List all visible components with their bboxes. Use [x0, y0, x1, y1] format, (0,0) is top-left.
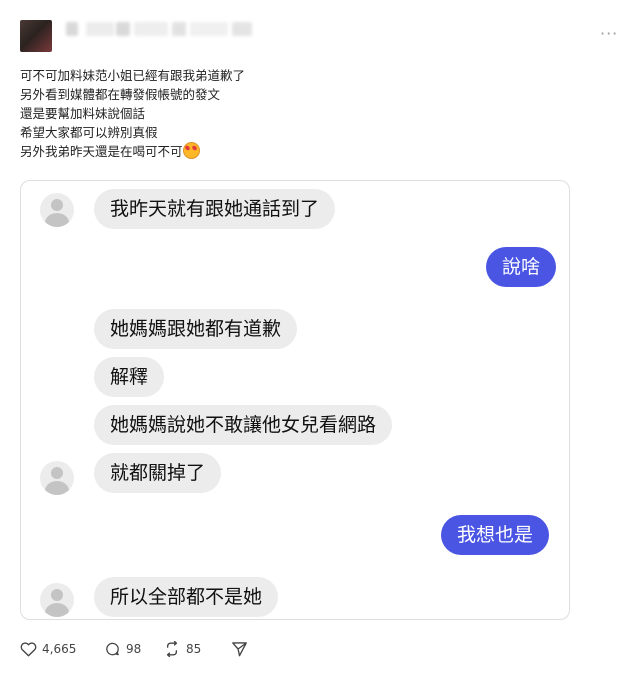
chat-bubble-outgoing: 說啥	[486, 247, 557, 287]
default-avatar-icon	[40, 193, 74, 227]
share-button[interactable]	[231, 641, 248, 657]
heart-icon	[20, 641, 37, 657]
comment-count: 98	[126, 642, 142, 656]
repost-icon	[163, 641, 181, 657]
chat-bubble-incoming: 我昨天就有跟她通話到了	[94, 189, 336, 229]
post-body: 可不可加料妹范小姐已經有跟我弟道歉了 另外看到媒體都在轉發假帳號的發文 還是要幫…	[20, 66, 245, 161]
chat-bubble-incoming: 她媽媽說她不敢讓他女兒看網路	[94, 405, 393, 445]
author-name-censored[interactable]	[134, 22, 168, 36]
author-name-censored[interactable]	[190, 22, 228, 36]
post-line: 另外看到媒體都在轉發假帳號的發文	[20, 87, 221, 102]
chat-bubble-outgoing: 我想也是	[441, 515, 550, 555]
comment-icon	[104, 641, 121, 657]
post-line-with-emoji: 另外我弟昨天還是在喝可不可	[20, 142, 245, 161]
more-icon[interactable]: ···	[600, 24, 618, 43]
repost-count: 85	[186, 642, 202, 656]
chat-screenshot-image[interactable]: 我昨天就有跟她通話到了 說啥 她媽媽跟她都有道歉 解釋 她媽媽說她不敢讓他女兒看…	[20, 180, 570, 620]
chat-bubble-incoming: 解釋	[94, 357, 165, 397]
chat-bubble-incoming: 她媽媽跟她都有道歉	[94, 309, 298, 349]
author-avatar[interactable]	[20, 20, 52, 52]
author-name-censored[interactable]	[232, 22, 252, 36]
post-line: 還是要幫加料妹說個話	[20, 106, 146, 121]
default-avatar-icon	[40, 461, 74, 495]
author-name-censored[interactable]	[86, 22, 114, 36]
repost-button[interactable]: 85	[163, 641, 201, 657]
chat-bubble-incoming: 所以全部都不是她	[94, 577, 279, 617]
post-line: 另外我弟昨天還是在喝可不可	[20, 144, 183, 159]
share-icon	[231, 641, 248, 657]
post-line: 希望大家都可以辨別真假	[20, 125, 158, 140]
like-count: 4,665	[42, 642, 77, 656]
chat-bubble-incoming: 就都關掉了	[94, 453, 222, 493]
heart-eyes-emoji-icon	[182, 142, 200, 159]
author-name-censored[interactable]	[116, 22, 130, 36]
default-avatar-icon	[40, 583, 74, 617]
author-name-censored[interactable]	[172, 22, 186, 36]
comment-button[interactable]: 98	[104, 641, 141, 657]
post-line: 可不可加料妹范小姐已經有跟我弟道歉了	[20, 68, 246, 83]
author-name-censored[interactable]	[66, 22, 78, 36]
like-button[interactable]: 4,665	[20, 641, 76, 657]
